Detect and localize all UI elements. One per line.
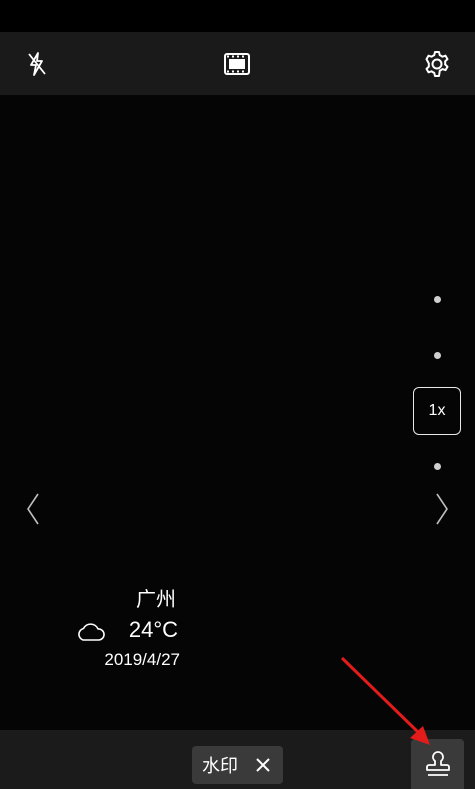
zoom-level-button[interactable]: 1x: [413, 387, 461, 435]
video-mode-icon: [224, 53, 250, 75]
cloud-icon: [78, 623, 105, 641]
chevron-right-icon[interactable]: [434, 492, 450, 526]
watermark-weather: 24°C: [70, 614, 180, 646]
status-strip: [0, 0, 475, 32]
zoom-level-dot[interactable]: [434, 296, 441, 303]
watermark-date: 2019/4/27: [104, 650, 180, 669]
watermark-temperature: 24°C: [128, 617, 178, 642]
chevron-left-icon[interactable]: [25, 492, 41, 526]
watermark-chip-label: 水印: [202, 756, 238, 777]
location-watermark: 广州 24°C 2019/4/27: [70, 584, 180, 674]
close-icon[interactable]: [254, 756, 272, 774]
zoom-level-dot[interactable]: [434, 352, 441, 359]
annotation-arrow-line: [340, 656, 422, 736]
camera-screen: 1x 广州 24°C 2019/4/27 水印: [0, 0, 475, 789]
watermark-city: 广州: [136, 587, 176, 611]
settings-gear-icon: [425, 51, 449, 77]
flash-off-icon: [28, 52, 46, 76]
zoom-label: 1x: [428, 402, 446, 419]
zoom-level-dot[interactable]: [434, 463, 441, 470]
settings-button[interactable]: [418, 45, 456, 83]
annotation-arrow: [340, 656, 430, 745]
watermark-chip[interactable]: 水印: [192, 746, 283, 784]
video-mode-button[interactable]: [218, 45, 256, 83]
flash-toggle-button[interactable]: [18, 45, 56, 83]
stamp-icon: [425, 751, 450, 776]
